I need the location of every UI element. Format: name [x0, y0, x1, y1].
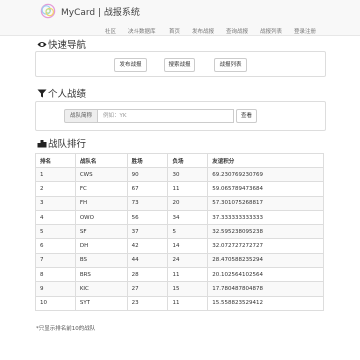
wins-cell: 27: [126, 281, 169, 297]
podium-icon: [37, 140, 47, 148]
table-header-row: 排名 战队名 胜场 负场 友谊积分: [35, 153, 324, 168]
search-report-button[interactable]: 搜索战报: [164, 58, 195, 72]
column-header-friendship-points: 友谊积分: [207, 153, 324, 168]
quick-nav-title: 快速导航: [48, 40, 87, 51]
losses-cell: 11: [167, 181, 209, 197]
nav-link-duel-database[interactable]: 决斗数据库: [128, 27, 156, 35]
wins-cell: 28: [126, 267, 169, 283]
top-navbar: MyCard | 战报系统 社区 决斗数据库 首页 发布战报 查询战报 战报列表…: [0, 0, 360, 36]
team-search-input[interactable]: 例如：YK: [97, 109, 234, 123]
team-cell: BRS: [74, 267, 128, 283]
column-header-rank: 排名: [35, 153, 76, 168]
losses-cell: 5: [167, 224, 209, 240]
column-header-wins: 胜场: [126, 153, 169, 168]
rank-cell: 2: [35, 181, 76, 197]
table-row: 1 CWS 90 30 69.230769230769: [35, 166, 324, 183]
rank-cell: 8: [35, 267, 76, 283]
nav-link-query-report[interactable]: 查询战报: [226, 27, 248, 35]
query-button[interactable]: 查看: [236, 109, 257, 123]
table-row: 9 KIC 27 15 17.780487804878: [35, 281, 324, 297]
team-ranking-heading: 战队排行: [37, 136, 86, 150]
personal-record-heading: 个人战绩: [37, 86, 86, 100]
team-cell: DH: [74, 238, 128, 254]
column-header-team: 战队名: [74, 153, 128, 168]
rank-cell: 7: [35, 252, 76, 269]
points-cell: 20.102564102564: [207, 267, 324, 283]
quick-nav-heading: 快速导航: [37, 37, 86, 51]
table-row: 8 BRS 28 11 20.102564102564: [35, 267, 324, 283]
team-cell: CWS: [74, 166, 128, 183]
nav-link-publish-report[interactable]: 发布战报: [192, 27, 214, 35]
points-cell: 32.072727272727: [207, 238, 324, 254]
points-cell: 37.333333333333: [207, 209, 324, 226]
points-cell: 69.230769230769: [207, 166, 324, 183]
nav-link-report-list[interactable]: 战报列表: [260, 27, 282, 35]
rank-cell: 6: [35, 238, 76, 254]
wins-cell: 23: [126, 295, 169, 311]
points-cell: 15.558823529412: [207, 295, 324, 311]
team-cell: BS: [74, 252, 128, 269]
table-row: 2 FC 67 11 59.065789473684: [35, 181, 324, 197]
wins-cell: 56: [126, 209, 169, 226]
losses-cell: 34: [167, 209, 209, 226]
losses-cell: 14: [167, 238, 209, 254]
table-row: 3 FH 73 20 57.301075268817: [35, 195, 324, 211]
ranking-footnote: *只显示排名前10的战队: [36, 326, 96, 332]
report-list-button[interactable]: 战报列表: [214, 58, 247, 72]
team-cell: SYT: [74, 295, 128, 311]
points-cell: 28.470588235294: [207, 252, 324, 269]
personal-record-title: 个人战绩: [48, 89, 87, 100]
brand-title[interactable]: MyCard | 战报系统: [61, 5, 140, 18]
team-ranking-table: 排名 战队名 胜场 负场 友谊积分 1 CWS 90 30 69.2307692…: [35, 153, 324, 311]
rank-cell: 10: [35, 295, 76, 311]
points-cell: 59.065789473684: [207, 181, 324, 197]
wins-cell: 67: [126, 181, 169, 197]
losses-cell: 30: [167, 166, 209, 183]
table-row: 4 OWO 56 34 37.333333333333: [35, 209, 324, 226]
rank-cell: 9: [35, 281, 76, 297]
column-header-losses: 负场: [167, 153, 209, 168]
losses-cell: 11: [167, 295, 209, 311]
losses-cell: 20: [167, 195, 209, 211]
wins-cell: 42: [126, 238, 169, 254]
table-row: 5 SF 37 5 32.595238095238: [35, 224, 324, 240]
nav-link-community[interactable]: 社区: [105, 27, 116, 35]
rank-cell: 5: [35, 224, 76, 240]
team-ranking-title: 战队排行: [48, 139, 87, 150]
losses-cell: 15: [167, 281, 209, 297]
wins-cell: 90: [126, 166, 169, 183]
losses-cell: 11: [167, 267, 209, 283]
team-abbreviation-label: 战队简称: [64, 109, 98, 123]
table-row: 10 SYT 23 11 15.558823529412: [35, 295, 324, 311]
wins-cell: 44: [126, 252, 169, 269]
rank-cell: 1: [35, 166, 76, 183]
publish-report-button[interactable]: 发布战报: [114, 58, 147, 72]
nav-link-home[interactable]: 首页: [169, 27, 180, 35]
rank-cell: 3: [35, 195, 76, 211]
wins-cell: 73: [126, 195, 169, 211]
team-cell: KIC: [74, 281, 128, 297]
team-cell: FH: [74, 195, 128, 211]
rank-cell: 4: [35, 209, 76, 226]
table-row: 7 BS 44 24 28.470588235294: [35, 252, 324, 269]
mycard-logo-icon[interactable]: [40, 3, 56, 19]
nav-link-login-register[interactable]: 登录注册: [294, 27, 316, 35]
eye-icon: [37, 42, 47, 47]
points-cell: 17.780487804878: [207, 281, 324, 297]
losses-cell: 24: [167, 252, 209, 269]
table-row: 6 DH 42 14 32.072727272727: [35, 238, 324, 254]
team-cell: SF: [74, 224, 128, 240]
team-cell: FC: [74, 181, 128, 197]
filter-icon: [37, 89, 47, 98]
wins-cell: 37: [126, 224, 169, 240]
points-cell: 57.301075268817: [207, 195, 324, 211]
team-cell: OWO: [74, 209, 128, 226]
points-cell: 32.595238095238: [207, 224, 324, 240]
